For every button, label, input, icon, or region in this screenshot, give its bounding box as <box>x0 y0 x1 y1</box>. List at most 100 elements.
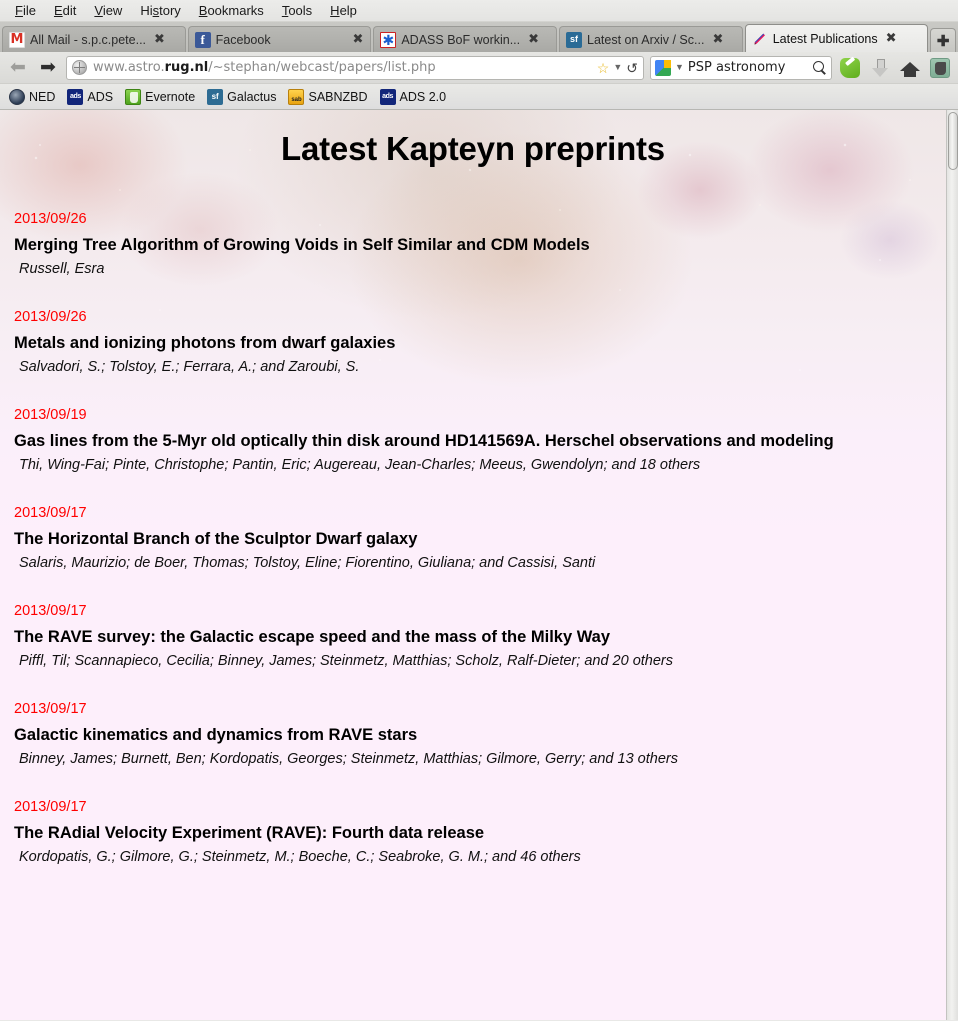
tab-close-button[interactable]: ✖ <box>154 33 165 46</box>
web-page: Latest Kapteyn preprints 2013/09/26 Merg… <box>0 110 946 1020</box>
tab-latest-publications[interactable]: Latest Publications ✖ <box>744 24 929 52</box>
entry-authors: Kordopatis, G.; Gilmore, G.; Steinmetz, … <box>19 849 581 865</box>
sf-icon: sf <box>566 31 583 48</box>
tab-label: Facebook <box>215 32 271 47</box>
tab-close-button[interactable]: ✖ <box>886 32 897 45</box>
tab-close-button[interactable]: ✖ <box>528 33 539 46</box>
tab-label: ADASS BoF workin... <box>401 32 521 47</box>
url-path: /~stephan/webcast/papers/list.php <box>208 60 436 75</box>
gmail-icon: M <box>9 31 25 48</box>
galactus-icon: sf <box>207 88 224 105</box>
entry-authors: Salvadori, S.; Tolstoy, E.; Ferrara, A.;… <box>19 359 360 375</box>
menu-bar: File Edit View History Bookmarks Tools H… <box>0 0 958 22</box>
globe-icon <box>72 60 87 75</box>
search-engine-chevron-icon[interactable]: ▼ <box>675 63 684 72</box>
list-item: 2013/09/17 Galactic kinematics and dynam… <box>14 700 932 769</box>
bookmark-label: SABNZBD <box>308 89 368 104</box>
list-item: 2013/09/17 The Horizontal Branch of the … <box>14 504 932 573</box>
google-icon <box>655 59 671 76</box>
bookmark-label: NED <box>29 89 56 104</box>
entry-title[interactable]: Galactic kinematics and dynamics from RA… <box>14 724 932 747</box>
entry-date[interactable]: 2013/09/26 <box>14 210 932 228</box>
tab-bar: M All Mail - s.p.c.pete... ✖ f Facebook … <box>0 22 958 52</box>
ned-icon <box>9 88 25 105</box>
evernote-icon <box>930 57 950 78</box>
tab-label: Latest on Arxiv / Sc... <box>587 32 705 47</box>
bookmark-ads[interactable]: ads ADS <box>62 87 118 107</box>
bookmark-sabnzbd[interactable]: SABNZBD <box>283 87 372 107</box>
menu-item-file[interactable]: File <box>6 2 45 19</box>
ads2-icon: ads <box>379 88 396 105</box>
preprint-list: 2013/09/26 Merging Tree Algorithm of Gro… <box>14 210 932 867</box>
url-prefix: www.astro. <box>93 60 165 75</box>
arrow-left-icon: ⬅ <box>10 57 26 78</box>
reload-icon[interactable]: ↺ <box>626 61 638 75</box>
menu-item-bookmarks[interactable]: Bookmarks <box>190 2 273 19</box>
menu-item-tools[interactable]: Tools <box>273 2 321 19</box>
back-button[interactable]: ⬅ <box>6 56 30 80</box>
menu-item-edit[interactable]: Edit <box>45 2 85 19</box>
vertical-scrollbar[interactable] <box>946 110 958 1020</box>
list-item: 2013/09/26 Metals and ionizing photons f… <box>14 308 932 377</box>
chevron-down-icon[interactable]: ▼ <box>613 63 622 72</box>
browser-viewport: Latest Kapteyn preprints 2013/09/26 Merg… <box>0 110 958 1020</box>
entry-title[interactable]: Metals and ionizing photons from dwarf g… <box>14 332 932 355</box>
entry-date[interactable]: 2013/09/17 <box>14 602 932 620</box>
bookmarks-bar: NED ads ADS Evernote sf Galactus SABNZBD… <box>0 84 958 110</box>
list-item: 2013/09/19 Gas lines from the 5-Myr old … <box>14 406 932 475</box>
entry-authors: Piffl, Til; Scannapieco, Cecilia; Binney… <box>19 653 674 669</box>
entry-authors: Binney, James; Burnett, Ben; Kordopatis,… <box>19 751 678 767</box>
tab-latest-on-arxiv[interactable]: sf Latest on Arxiv / Sc... ✖ <box>559 26 743 52</box>
evernote-button[interactable] <box>928 56 952 80</box>
entry-title[interactable]: Merging Tree Algorithm of Growing Voids … <box>14 234 932 257</box>
star-icon: ✱ <box>380 31 397 48</box>
facebook-icon: f <box>194 31 211 48</box>
bookmark-label: Evernote <box>145 89 196 104</box>
menu-item-view[interactable]: View <box>85 2 131 19</box>
entry-title[interactable]: Gas lines from the 5-Myr old optically t… <box>14 430 932 453</box>
bookmark-star-icon[interactable]: ☆ <box>597 61 610 75</box>
entry-date[interactable]: 2013/09/17 <box>14 798 932 816</box>
search-icon[interactable] <box>813 60 827 75</box>
menu-item-history[interactable]: History <box>131 2 189 19</box>
arrow-right-icon: ➡ <box>40 57 56 78</box>
tab-facebook[interactable]: f Facebook ✖ <box>187 26 372 52</box>
bookmark-galactus[interactable]: sf Galactus <box>202 87 281 107</box>
entry-date[interactable]: 2013/09/19 <box>14 406 932 424</box>
new-tab-button[interactable]: ✚ <box>930 28 957 52</box>
tab-label: All Mail - s.p.c.pete... <box>30 32 147 47</box>
bookmark-ned[interactable]: NED <box>4 87 60 107</box>
entry-date[interactable]: 2013/09/26 <box>14 308 932 326</box>
tab-all-mail[interactable]: M All Mail - s.p.c.pete... ✖ <box>2 26 186 52</box>
tab-adass-bof[interactable]: ✱ ADASS BoF workin... ✖ <box>373 26 558 52</box>
feedly-button[interactable] <box>838 56 862 80</box>
bookmark-evernote[interactable]: Evernote <box>120 87 200 107</box>
bookmark-label: Galactus <box>227 89 277 104</box>
bookmark-ads-2[interactable]: ads ADS 2.0 <box>375 87 452 107</box>
search-input[interactable]: PSP astronomy <box>688 60 809 75</box>
list-item: 2013/09/26 Merging Tree Algorithm of Gro… <box>14 210 932 279</box>
scrollbar-thumb[interactable] <box>948 112 958 170</box>
menu-item-help[interactable]: Help <box>321 2 366 19</box>
search-bar[interactable]: ▼ PSP astronomy <box>650 55 832 80</box>
entry-authors: Russell, Esra <box>19 261 105 277</box>
entry-title[interactable]: The RAVE survey: the Galactic escape spe… <box>14 626 932 649</box>
url-bar[interactable]: www.astro.rug.nl/~stephan/webcast/papers… <box>66 55 644 80</box>
sabnzbd-icon <box>288 88 305 105</box>
tab-label: Latest Publications <box>772 31 878 46</box>
tab-close-button[interactable]: ✖ <box>352 33 363 46</box>
downloads-icon <box>871 58 889 78</box>
downloads-button[interactable] <box>868 56 892 80</box>
entry-date[interactable]: 2013/09/17 <box>14 700 932 718</box>
page-title: Latest Kapteyn preprints <box>281 130 665 167</box>
entry-date[interactable]: 2013/09/17 <box>14 504 932 522</box>
list-item: 2013/09/17 The RAdial Velocity Experimen… <box>14 798 932 867</box>
url-text: www.astro.rug.nl/~stephan/webcast/papers… <box>93 60 591 75</box>
forward-button[interactable]: ➡ <box>36 56 60 80</box>
home-button[interactable] <box>898 56 922 80</box>
entry-authors: Salaris, Maurizio; de Boer, Thomas; Tols… <box>19 555 596 571</box>
entry-title[interactable]: The Horizontal Branch of the Sculptor Dw… <box>14 528 932 551</box>
url-domain: rug.nl <box>164 60 209 75</box>
tab-close-button[interactable]: ✖ <box>712 33 723 46</box>
entry-title[interactable]: The RAdial Velocity Experiment (RAVE): F… <box>14 822 932 845</box>
